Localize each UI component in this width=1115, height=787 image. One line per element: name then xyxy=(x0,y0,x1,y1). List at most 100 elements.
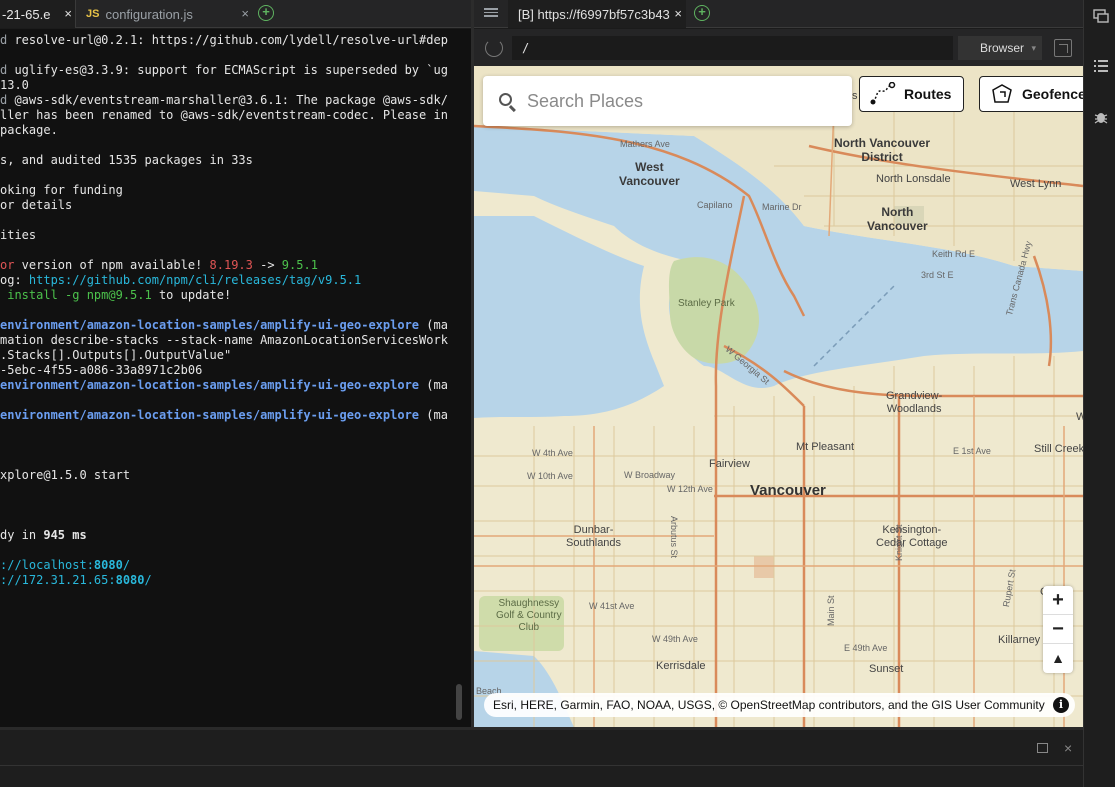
terminal-text: s, and audited 1535 packages in 33s xyxy=(0,153,253,167)
close-icon[interactable]: × xyxy=(241,6,249,21)
restore-panel-icon[interactable] xyxy=(1037,743,1048,753)
terminal-text: 8080 xyxy=(93,558,123,572)
map-label-north-lonsdale: North Lonsdale xyxy=(876,173,951,185)
map-zoom-control: + − ▲ xyxy=(1043,586,1073,673)
terminal-text: version of npm available! xyxy=(14,258,210,272)
browser-mode-select[interactable]: Browser ▾ xyxy=(958,36,1042,60)
terminal-text: d xyxy=(0,63,15,77)
map-label-3rd-st: 3rd St E xyxy=(921,270,954,280)
terminal-text: mation describe-stacks --stack-name Amaz… xyxy=(0,333,448,347)
right-tool-rail xyxy=(1083,0,1115,787)
routes-button[interactable]: Routes xyxy=(859,76,964,112)
terminal-text: environment/amazon-location-samples/ampl… xyxy=(0,378,420,392)
terminal-text: d xyxy=(0,33,15,47)
terminal-text: 9.5.1 xyxy=(281,258,318,272)
geofence-button[interactable]: Geofence xyxy=(979,76,1099,112)
terminal-line: s, and audited 1535 packages in 33s xyxy=(0,153,253,168)
map-label-north-vancouver: North Vancouver xyxy=(867,205,928,233)
terminal-line: ://localhost:8080/ xyxy=(0,558,130,573)
terminal-text: environment/amazon-location-samples/ampl… xyxy=(0,408,420,422)
new-tab-plus-icon[interactable]: + xyxy=(258,5,274,21)
map-label-w-41st-ave: W 41st Ave xyxy=(589,601,635,611)
map-label-mathers-ave: Mathers Ave xyxy=(620,139,670,149)
geofence-label: Geofence xyxy=(1022,86,1086,102)
terminal-text: environment/amazon-location-samples/ampl… xyxy=(0,318,420,332)
map-label-kensington-cedar-cottage: Kensington- Cedar Cottage xyxy=(876,524,948,549)
map-label-still-creek: Still Creek xyxy=(1034,443,1083,455)
bottom-panel: × xyxy=(0,730,1083,787)
basemap-graphics xyxy=(474,66,1083,727)
outline-list-icon[interactable] xyxy=(1093,59,1109,73)
reload-icon[interactable] xyxy=(485,39,503,57)
popout-window-icon[interactable] xyxy=(1054,39,1072,57)
map-label-knight-st: Knight St xyxy=(894,524,904,561)
terminal-line: or details xyxy=(0,198,72,213)
terminal-line: 13.0 xyxy=(0,78,29,93)
map-label-shaughnessy-golf: Shaughnessy Golf & Country Club xyxy=(496,598,562,633)
zoom-in-button[interactable]: + xyxy=(1043,586,1073,615)
map-canvas[interactable]: West Vancouver North Vancouver District No… xyxy=(474,66,1083,727)
map-label-w-12th-ave: W 12th Ave xyxy=(667,484,713,494)
tab-configuration-js[interactable]: JS configuration.js × xyxy=(77,0,255,28)
terminal-text: 13.0 xyxy=(0,78,29,92)
menu-icon[interactable] xyxy=(484,6,498,20)
terminal-text: xplore@1.5.0 start xyxy=(0,468,131,482)
close-panel-icon[interactable]: × xyxy=(1064,740,1072,756)
terminal-line: .Stacks[].Outputs[].OutputValue" xyxy=(0,348,231,363)
terminal-line: oking for funding xyxy=(0,183,123,198)
terminal-line: d resolve-url@0.2.1: https://github.com/… xyxy=(0,33,448,48)
attribution-text: Esri, HERE, Garmin, FAO, NOAA, USGS, © O… xyxy=(493,698,1045,712)
map-label-dunbar-southlands: Dunbar- Southlands xyxy=(566,524,622,549)
terminal-line: dy in 945 ms xyxy=(0,528,87,543)
terminal-text: install -g npm@9.5.1 xyxy=(0,288,152,302)
map-label-w-broadway: W Broadway xyxy=(624,470,676,480)
editor-tab-bar: -21-65.e × JS configuration.js × + xyxy=(0,0,471,28)
search-icon xyxy=(499,93,512,106)
compass-reset-north-button[interactable]: ▲ xyxy=(1043,644,1073,673)
terminal-text: oking for funding xyxy=(0,183,123,197)
terminal-text: https://github.com/npm/cli/releases/tag/… xyxy=(28,273,362,287)
terminal-line: d @aws-sdk/eventstream-marshaller@3.6.1:… xyxy=(0,93,448,108)
debugger-bug-icon[interactable] xyxy=(1093,110,1109,124)
terminal-text: (ma xyxy=(419,408,448,422)
zoom-out-button[interactable]: − xyxy=(1043,615,1073,644)
routes-label: Routes xyxy=(904,86,952,102)
terminal-text: og: xyxy=(0,273,29,287)
terminal-text: .Stacks[].Outputs[].OutputValue" xyxy=(0,348,232,362)
terminal-line: og: https://github.com/npm/cli/releases/… xyxy=(0,273,361,288)
map-label-arbutus-st: Arbutus St xyxy=(669,516,679,559)
chevron-down-icon: ▾ xyxy=(1031,43,1036,53)
terminal-text: to update! xyxy=(151,288,232,302)
map-label-grandview-woodlands: Grandview- Woodlands xyxy=(886,390,943,415)
preview-panel-icon[interactable] xyxy=(1093,9,1109,23)
map-label-capilano: Capilano xyxy=(697,200,733,210)
bottom-panel-header: × xyxy=(0,730,1083,766)
terminal-text: 8.19.3 xyxy=(209,258,253,272)
terminal-text: (ma xyxy=(419,318,448,332)
close-icon[interactable]: × xyxy=(64,6,72,21)
terminal-line: ities xyxy=(0,228,36,243)
map-attribution: Esri, HERE, Garmin, FAO, NOAA, USGS, © O… xyxy=(484,693,1075,717)
info-icon[interactable]: i xyxy=(1053,697,1069,713)
map-label-west-vancouver: West Vancouver xyxy=(619,160,680,188)
geofence-icon xyxy=(992,84,1012,103)
terminal-line: d uglify-es@3.3.9: support for ECMAScrip… xyxy=(0,63,448,78)
route-icon xyxy=(870,82,896,105)
terminal-text: ities xyxy=(0,228,37,242)
map-label-stanley-park: Stanley Park xyxy=(678,298,735,309)
map-label-w-49th-ave: W 49th Ave xyxy=(652,634,698,644)
map-label-sunset: Sunset xyxy=(869,663,904,675)
map-label-e-49th-ave: E 49th Ave xyxy=(844,643,888,653)
search-places-input[interactable] xyxy=(527,88,837,114)
new-tab-plus-icon[interactable]: + xyxy=(694,5,710,21)
terminal-text: -5ebc-4f55-a086-33a8971c2b06 xyxy=(0,363,203,377)
tab-browser-preview[interactable]: [B] https://f6997bf57c3b43 × xyxy=(508,0,686,28)
tab-terminal[interactable]: -21-65.e × xyxy=(0,0,76,28)
url-input[interactable] xyxy=(512,36,953,60)
terminal-output[interactable]: d resolve-url@0.2.1: https://github.com/… xyxy=(0,29,471,727)
map-label-main-st: Main St xyxy=(826,595,836,626)
terminal-text: or details xyxy=(0,198,73,212)
terminal-scrollbar[interactable] xyxy=(456,684,462,720)
javascript-file-icon: JS xyxy=(86,8,100,20)
close-icon[interactable]: × xyxy=(674,6,682,21)
